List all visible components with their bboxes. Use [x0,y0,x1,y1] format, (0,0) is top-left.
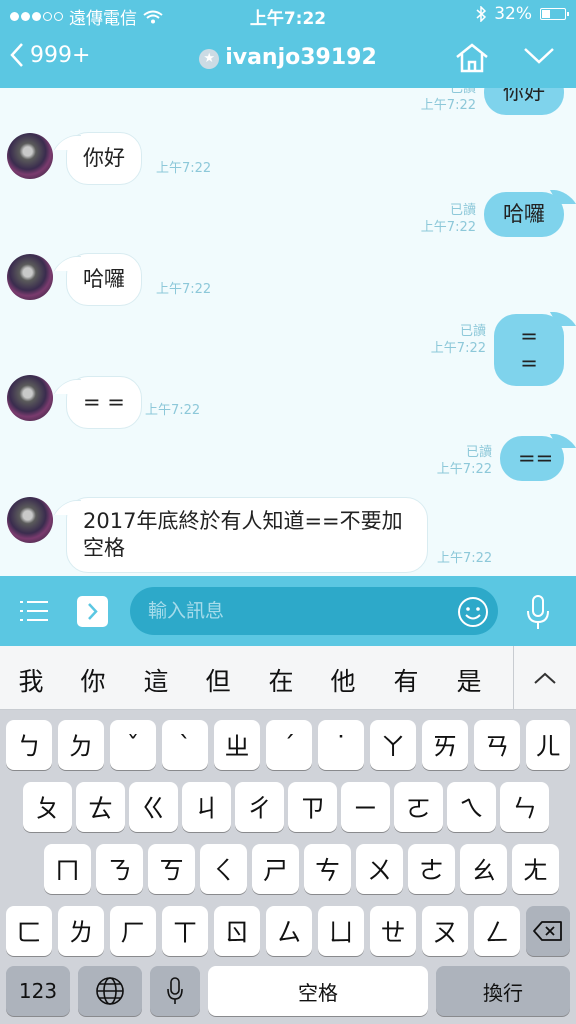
battery-percentage: 32% [494,4,532,24]
chat-messages[interactable]: 已讀 上午7:22 你好 你好 上午7:22 已讀 上午7:22 哈囉 哈囉 上午7… [0,88,576,576]
key[interactable]: ㄘ [304,844,351,894]
chevron-up-icon [534,672,556,684]
key[interactable]: ㄡ [422,906,468,956]
outgoing-message[interactable]: 你好 [484,88,564,115]
outgoing-message[interactable]: = = [494,314,564,386]
key[interactable]: ㄏ [110,906,156,956]
key[interactable]: ㄚ [370,720,416,770]
key[interactable]: ㄐ [182,782,231,832]
candidate-word[interactable]: 在 [261,662,301,698]
outgoing-message[interactable]: == [500,436,564,481]
key[interactable]: ㄛ [394,782,443,832]
key[interactable]: ㄧ [341,782,390,832]
key[interactable]: ㄎ [148,844,195,894]
menu-icon[interactable] [18,598,50,624]
key[interactable]: ㄗ [288,782,337,832]
backspace-key[interactable] [526,906,570,956]
expand-button[interactable] [77,596,108,627]
key[interactable]: ㄋ [96,844,143,894]
message-time: 上午7:22 [156,161,212,176]
key[interactable]: ㄅ [6,720,52,770]
status-bar: 遠傳電信 上午7:22 32% [0,0,576,30]
key[interactable]: ㄈ [6,906,52,956]
globe-icon [96,977,124,1005]
key[interactable]: ㄔ [235,782,284,832]
key[interactable]: ㄟ [447,782,496,832]
globe-key[interactable] [78,966,142,1016]
key[interactable]: ㄤ [512,844,559,894]
candidate-word[interactable]: 你 [73,662,113,698]
key[interactable]: ㄆ [23,782,72,832]
space-key[interactable]: 空格 [208,966,428,1016]
key[interactable]: ㄢ [474,720,520,770]
candidate-word[interactable]: 是 [449,662,489,698]
message-input[interactable] [130,587,498,635]
key[interactable]: ㄒ [162,906,208,956]
key[interactable]: ㄌ [58,906,104,956]
emoji-icon[interactable] [456,595,490,629]
key[interactable]: ㄉ [58,720,104,770]
bluetooth-icon [476,6,487,22]
key[interactable]: ˙ [318,720,364,770]
message-input-bar [0,576,576,646]
star-icon: ★ [199,49,220,69]
outgoing-message[interactable]: 哈囉 [484,192,564,237]
key[interactable]: ㄕ [252,844,299,894]
key[interactable]: ㄜ [408,844,455,894]
incoming-message[interactable]: = = [66,376,142,429]
message-time: 上午7:22 [145,403,201,418]
chevron-right-icon [88,603,98,620]
avatar[interactable] [7,497,53,543]
candidate-word[interactable]: 但 [198,662,238,698]
key[interactable]: ㄩ [318,906,364,956]
avatar[interactable] [7,133,53,179]
return-key[interactable]: 換行 [436,966,570,1016]
avatar[interactable] [7,375,53,421]
numbers-key[interactable]: 123 [6,966,70,1016]
microphone-icon [167,977,183,1004]
message-meta: 已讀 上午7:22 [420,203,476,235]
expand-candidates-button[interactable] [514,646,576,710]
key[interactable]: ㄑ [200,844,247,894]
candidate-word[interactable]: 他 [323,662,363,698]
key[interactable]: ㄨ [356,844,403,894]
key[interactable]: ㄊ [76,782,125,832]
microphone-icon[interactable] [524,594,552,632]
candidate-word[interactable]: 我 [11,662,51,698]
keyboard: ㄅ ㄉ ˇ ˋ ㄓ ˊ ˙ ㄚ ㄞ ㄢ ㄦ ㄆ ㄊ ㄍ ㄐ ㄔ ㄗ ㄧ ㄛ ㄟ … [0,710,576,1024]
message-meta: 已讀 上午7:22 [420,88,476,113]
home-icon[interactable] [454,42,490,74]
candidate-word[interactable]: 有 [386,662,426,698]
key[interactable]: ㄞ [422,720,468,770]
incoming-message[interactable]: 2017年底終於有人知道==不要加空格 [66,497,428,573]
key[interactable]: ˊ [266,720,312,770]
key[interactable]: ㄥ [474,906,520,956]
candidate-word[interactable]: 這 [136,662,176,698]
dictation-key[interactable] [150,966,200,1016]
chat-header: 999+ ★ ivanjo39192 [0,30,576,88]
battery-icon [540,8,569,20]
message-meta: 已讀 上午7:22 [436,445,492,477]
key[interactable]: ㄠ [460,844,507,894]
key[interactable]: ˋ [162,720,208,770]
message-time: 上午7:22 [156,282,212,297]
key[interactable]: ㄍ [129,782,178,832]
key[interactable]: ㄓ [214,720,260,770]
key[interactable]: ㄖ [214,906,260,956]
chevron-down-icon[interactable] [522,44,556,68]
key[interactable]: ˇ [110,720,156,770]
incoming-message[interactable]: 哈囉 [66,253,142,306]
contact-name: ivanjo39192 [225,45,377,70]
key[interactable]: ㄣ [500,782,549,832]
key[interactable]: ㄇ [44,844,91,894]
key[interactable]: ㄝ [370,906,416,956]
key[interactable]: ㄙ [266,906,312,956]
message-meta: 已讀 上午7:22 [430,324,486,356]
backspace-icon [533,921,562,941]
avatar[interactable] [7,254,53,300]
incoming-message[interactable]: 你好 [66,132,142,185]
key[interactable]: ㄦ [526,720,570,770]
message-time: 上午7:22 [437,551,493,566]
candidate-bar: 我 你 這 但 在 他 有 是 [0,646,576,710]
